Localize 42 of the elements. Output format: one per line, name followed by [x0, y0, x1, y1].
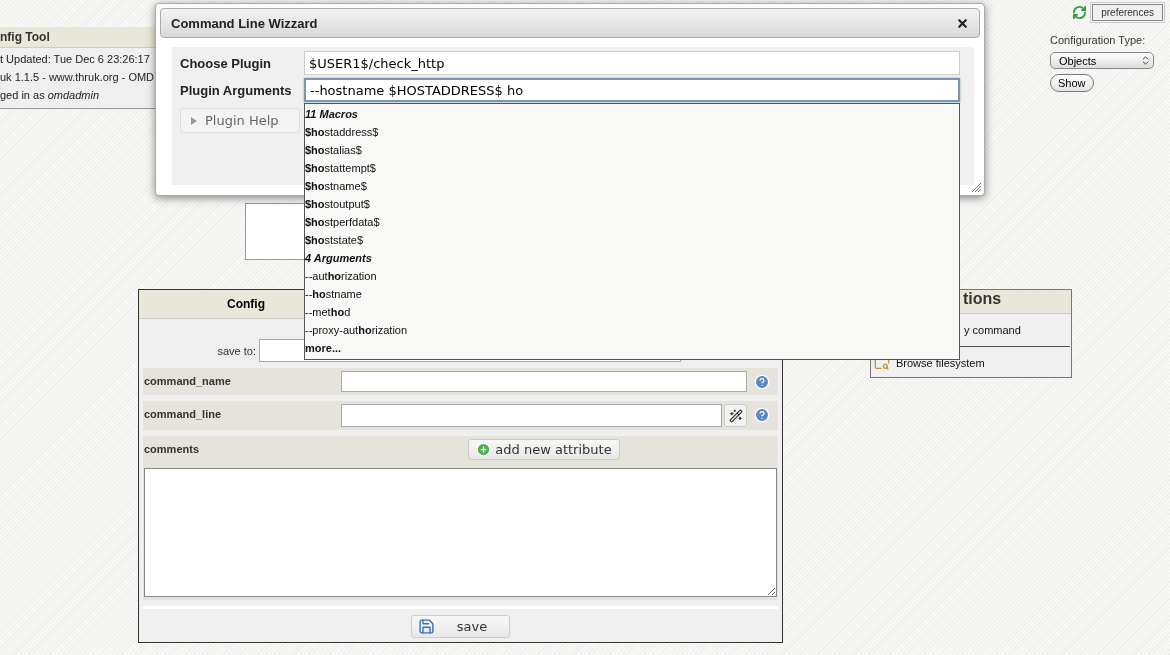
suggestion-item[interactable]: $hostalias$	[305, 141, 362, 159]
suggestion-item[interactable]: $hostoutput$	[305, 195, 370, 213]
resize-grip-icon[interactable]	[971, 182, 981, 192]
attribute-label: comments	[143, 442, 201, 455]
attribute-label: command_line	[143, 407, 223, 420]
info-text: uk 1.1.5 - www.thruk.org - OMD	[0, 71, 155, 84]
save-to-label: save to:	[216, 344, 257, 357]
attribute-label: command_name	[143, 374, 232, 387]
help-icon[interactable]	[754, 407, 770, 423]
suggestion-item[interactable]: $hostperfdata$	[305, 213, 380, 231]
refresh-icon[interactable]	[1072, 5, 1088, 20]
suggestion-item[interactable]: --proxy-authorization	[305, 321, 408, 339]
suggestion-item[interactable]: $hostattempt$	[305, 159, 376, 177]
suggestion-item[interactable]: --method	[305, 303, 351, 321]
input-field[interactable]: $USER1$/check_http	[304, 51, 960, 75]
show-button[interactable]: Show	[1050, 74, 1094, 92]
suggestion-item[interactable]: $hostaddress$	[305, 123, 379, 141]
config-type-label: Configuration Type:	[1050, 34, 1146, 46]
input-field[interactable]	[341, 371, 747, 392]
help-icon[interactable]	[754, 374, 770, 390]
save-button[interactable]: save	[410, 615, 511, 638]
preferences-button[interactable]: preferences	[1092, 4, 1163, 21]
more-link[interactable]: more...	[305, 339, 342, 357]
suggestion-item[interactable]: $hostname$	[305, 177, 367, 195]
group-heading: 11 Macros	[305, 107, 358, 122]
wizard-button[interactable]	[724, 404, 747, 427]
input-field[interactable]: --hostname $HOSTADDRESS$ ho	[304, 78, 960, 102]
info-text: t Updated: Tue Dec 6 23:26:17	[0, 53, 150, 66]
config-type-select[interactable]: Objects	[1050, 52, 1154, 69]
info-text: ged in as omdadmin	[0, 89, 100, 102]
group-heading: 4 Arguments	[305, 251, 372, 266]
plugin-help-toggle[interactable]: Plugin Help	[180, 108, 300, 133]
up-down-arrows-icon	[1140, 55, 1151, 66]
plus-icon	[476, 442, 492, 457]
suggestion-item[interactable]: --authorization	[305, 267, 377, 285]
close-button[interactable]	[956, 16, 969, 30]
field-label: Plugin Arguments	[180, 82, 293, 98]
add-attribute-button[interactable]: add new attribute	[468, 439, 620, 460]
suggestion-item[interactable]: $hoststate$	[305, 231, 364, 249]
input-field[interactable]	[341, 404, 722, 427]
field-label: Choose Plugin	[180, 55, 272, 71]
caret-icon	[191, 116, 197, 125]
